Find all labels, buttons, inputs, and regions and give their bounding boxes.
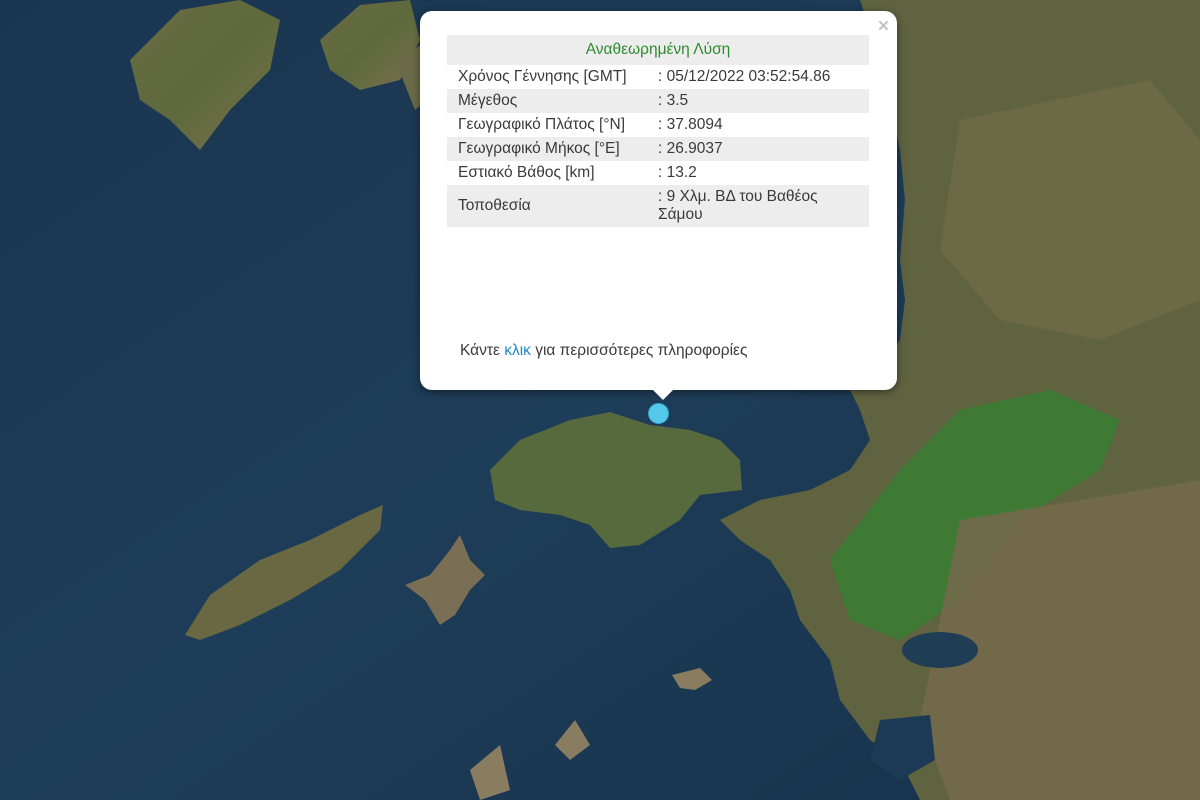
table-row: Μέγεθος : 3.5 [447, 89, 869, 113]
more-info-suffix: για περισσότερες πληροφορίες [530, 342, 748, 359]
depth-label: Εστιακό Βάθος [km] [458, 164, 595, 181]
popup-pointer [652, 389, 674, 400]
table-row: Τοποθεσία : 9 Χλμ. ΒΔ του Βαθέος Σάμου [447, 185, 869, 227]
latitude-label: Γεωγραφικό Πλάτος [°N] [458, 116, 626, 133]
depth-value: : 13.2 [658, 164, 697, 181]
popup-title: Αναθεωρημένη Λύση [447, 35, 869, 65]
location-value: : 9 Χλμ. ΒΔ του Βαθέος Σάμου [647, 185, 869, 227]
origin-time-value: : 05/12/2022 03:52:54.86 [658, 68, 831, 85]
close-icon[interactable]: × [878, 17, 889, 37]
more-info-link[interactable]: κλικ [504, 342, 531, 359]
magnitude-value: : 3.5 [647, 89, 869, 113]
lake [902, 632, 978, 668]
table-row: Γεωγραφικό Πλάτος [°N] : 37.8094 [447, 113, 869, 137]
popup-title-row: Αναθεωρημένη Λύση [447, 35, 869, 65]
origin-time-label: Χρόνος Γέννησης [GMT] [458, 68, 627, 85]
earthquake-info-popup: × Αναθεωρημένη Λύση Χρόνος Γέννησης [GMT… [420, 11, 897, 390]
latitude-value: : 37.8094 [658, 116, 723, 133]
longitude-label: Γεωγραφικό Μήκος [°E] [447, 137, 647, 161]
location-label: Τοποθεσία [447, 185, 647, 227]
table-row: Γεωγραφικό Μήκος [°E] : 26.9037 [447, 137, 869, 161]
longitude-value: : 26.9037 [647, 137, 869, 161]
more-info-prefix: Κάντε [460, 342, 505, 359]
table-row: Εστιακό Βάθος [km] : 13.2 [447, 161, 869, 185]
earthquake-info-table: Αναθεωρημένη Λύση Χρόνος Γέννησης [GMT] … [447, 35, 869, 227]
more-info-text: Κάντε κλικ για περισσότερες πληροφορίες [460, 342, 747, 360]
earthquake-marker[interactable] [648, 403, 669, 424]
table-row: Χρόνος Γέννησης [GMT] : 05/12/2022 03:52… [447, 65, 869, 89]
magnitude-label: Μέγεθος [447, 89, 647, 113]
